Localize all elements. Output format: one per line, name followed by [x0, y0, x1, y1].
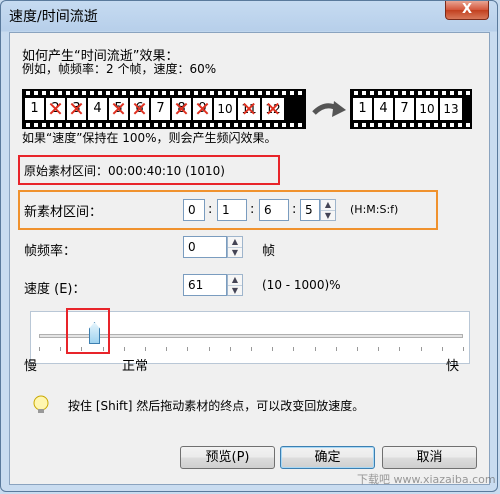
new-range-label: 新素材区间：: [24, 205, 103, 220]
spin-up-icon[interactable]: ▲: [228, 275, 242, 286]
slider-tick: [39, 347, 40, 351]
slider-tick: [463, 347, 464, 351]
speed-spinner[interactable]: ▲ ▼: [227, 274, 243, 296]
slider-tick: [187, 347, 188, 351]
new-range-hours-input[interactable]: 0: [183, 199, 205, 221]
slider-tick: [315, 347, 316, 351]
watermark: 下载吧 www.xiazaiba.com: [357, 473, 496, 486]
film-frame: 10: [214, 98, 236, 120]
film-frame: 10: [416, 98, 438, 120]
film-frame: 1: [353, 98, 372, 120]
slider-tick: [272, 347, 273, 351]
speed-input[interactable]: 61: [183, 274, 227, 296]
film-frame: 7: [151, 98, 170, 120]
film-strip-original: 123456789101112: [22, 89, 306, 129]
time-separator: :: [292, 202, 297, 217]
slider-tick: [145, 347, 146, 351]
new-range-spinner[interactable]: ▲ ▼: [320, 199, 336, 221]
film-frame: 8: [172, 96, 191, 122]
film-frame: 12: [262, 96, 284, 122]
title-bar[interactable]: 速度/时间流逝 X: [1, 1, 497, 31]
preview-button[interactable]: 预览(P): [180, 446, 275, 469]
spin-up-icon[interactable]: ▲: [228, 237, 242, 248]
slider-thumb-highlight: [66, 308, 110, 354]
slider-tick: [399, 347, 400, 351]
slider-tick: [230, 347, 231, 351]
frame-rate-input[interactable]: 0: [183, 236, 227, 258]
time-separator: :: [208, 202, 213, 217]
slider-tick: [166, 347, 167, 351]
film-frame: 2: [46, 96, 65, 122]
window-title: 速度/时间流逝: [9, 9, 98, 25]
film-frame: 9: [193, 96, 212, 122]
new-range-frames-input[interactable]: 5: [300, 199, 320, 221]
spin-down-icon[interactable]: ▼: [321, 211, 335, 221]
flicker-note: 如果“速度”保持在 100%，则会产生频闪效果。: [22, 131, 277, 145]
film-strip-result: 1 4 7 10 13: [350, 89, 472, 129]
slider-tick: [421, 347, 422, 351]
film-frame: 4: [88, 98, 107, 120]
film-frame: 11: [238, 96, 260, 122]
dialog-client-area: 如何产生“时间流逝”效果： 例如，帧频率：2 个帧，速度：60% 1234567…: [9, 32, 490, 485]
intro-line-2: 例如，帧频率：2 个帧，速度：60%: [22, 62, 217, 76]
original-range-label: 原始素材区间：: [24, 164, 109, 178]
slider-tick: [357, 347, 358, 351]
spin-down-icon[interactable]: ▼: [228, 286, 242, 296]
slider-tick: [378, 347, 379, 351]
slider-tick: [124, 347, 125, 351]
frame-rate-label: 帧频率：: [24, 244, 77, 259]
slider-tick: [293, 347, 294, 351]
slider-tick: [442, 347, 443, 351]
frame-rate-unit: 帧: [262, 244, 276, 259]
speed-label: 速度 (E)：: [24, 282, 86, 297]
new-range-minutes-input[interactable]: 1: [217, 199, 247, 221]
slider-tick: [336, 347, 337, 351]
slider-normal-label: 正常: [122, 359, 149, 374]
original-range-value: 00:00:40:10 (1010): [108, 164, 225, 178]
film-frame: 6: [130, 96, 149, 122]
new-range-seconds-input[interactable]: 6: [259, 199, 289, 221]
slider-tick: [60, 347, 61, 351]
ok-button[interactable]: 确定: [280, 446, 375, 469]
lightbulb-icon: [33, 395, 49, 413]
slider-fast-label: 快: [446, 359, 460, 374]
film-frame: 4: [374, 98, 393, 120]
slider-slow-label: 慢: [24, 359, 38, 374]
cancel-button[interactable]: 取消: [382, 446, 477, 469]
slider-tick: [209, 347, 210, 351]
speed-range-hint: (10 - 1000)%: [262, 278, 341, 292]
film-frame: 7: [395, 98, 414, 120]
slider-tick: [251, 347, 252, 351]
spin-down-icon[interactable]: ▼: [228, 248, 242, 258]
close-button[interactable]: X: [445, 1, 489, 20]
original-range-row: 原始素材区间：00:00:40:10 (1010): [24, 162, 225, 179]
film-frame: 1: [25, 98, 44, 120]
film-frame: 13: [440, 98, 462, 120]
film-frame: 3: [67, 96, 86, 122]
spin-up-icon[interactable]: ▲: [321, 200, 335, 211]
shift-drag-hint: 按住 [Shift] 然后拖动素材的终点，可以改变回放速度。: [68, 399, 365, 413]
time-separator: :: [250, 202, 255, 217]
film-frame: 5: [109, 96, 128, 122]
time-format-hint: (H:M:S:f): [350, 203, 399, 216]
speed-dialog-window: 速度/时间流逝 X 如何产生“时间流逝”效果： 例如，帧频率：2 个帧，速度：6…: [0, 0, 498, 492]
right-arrow-icon: [312, 101, 346, 117]
frame-rate-spinner[interactable]: ▲ ▼: [227, 236, 243, 258]
